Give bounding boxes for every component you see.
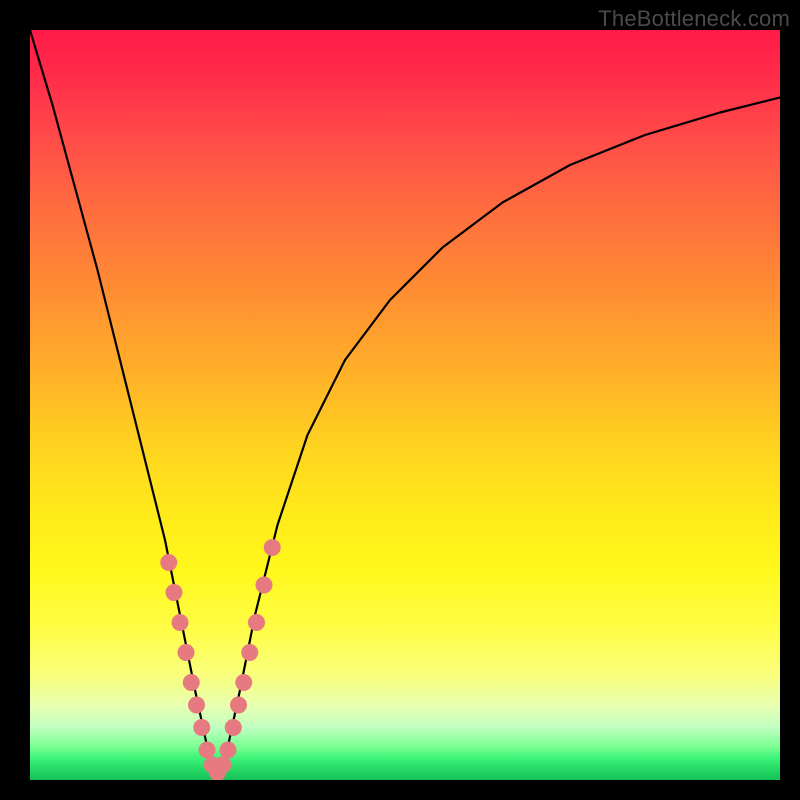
curve-layer (30, 30, 780, 780)
marker-point (264, 539, 281, 556)
marker-point (241, 644, 258, 661)
chart-frame: TheBottleneck.com (0, 0, 800, 800)
marker-point (183, 674, 200, 691)
bottleneck-curve (30, 30, 780, 773)
bottleneck-curve-line (30, 30, 780, 773)
marker-point (199, 742, 216, 759)
marker-point (214, 757, 231, 774)
marker-point (193, 719, 210, 736)
marker-point (160, 554, 177, 571)
plot-area (30, 30, 780, 780)
marker-point (166, 584, 183, 601)
marker-point (248, 614, 265, 631)
marker-cluster (160, 539, 281, 780)
marker-point (178, 644, 195, 661)
marker-point (225, 719, 242, 736)
marker-point (188, 697, 205, 714)
marker-point (220, 742, 237, 759)
marker-point (172, 614, 189, 631)
marker-point (230, 697, 247, 714)
marker-point (256, 577, 273, 594)
marker-point (235, 674, 252, 691)
watermark-text: TheBottleneck.com (598, 6, 790, 32)
